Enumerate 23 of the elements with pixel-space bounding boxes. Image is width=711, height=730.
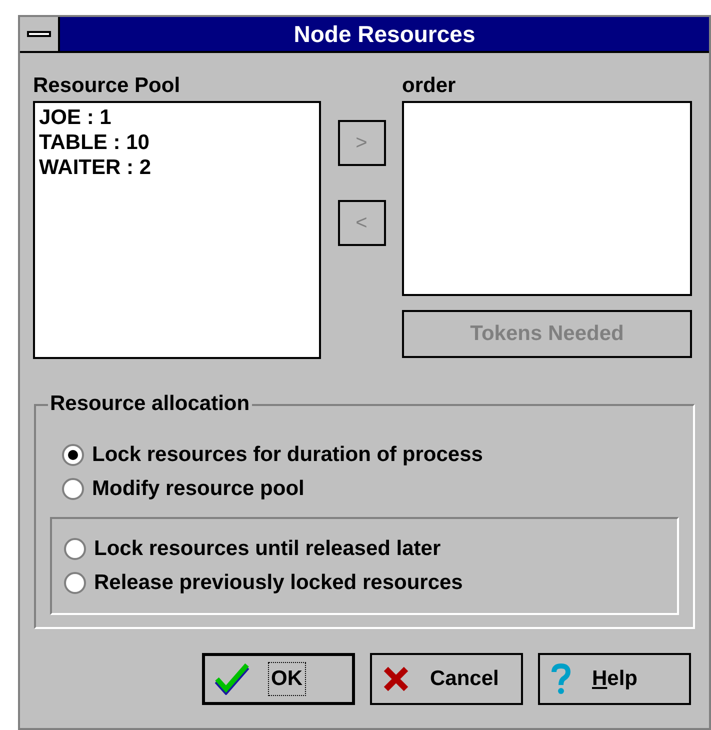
order-label: order — [402, 73, 457, 99]
radio-label: Modify resource pool — [92, 476, 304, 502]
list-item[interactable]: JOE : 1 — [39, 105, 315, 130]
resource-pool-list[interactable]: JOE : 1 TABLE : 10 WAITER : 2 — [33, 101, 321, 359]
radio-label: Lock resources until released later — [94, 536, 441, 562]
order-list[interactable] — [402, 101, 692, 296]
system-menu-button[interactable] — [20, 17, 60, 51]
x-icon — [382, 665, 410, 693]
ok-button[interactable]: OK — [202, 653, 355, 705]
resource-pool-label: Resource Pool — [33, 73, 182, 99]
radio-button[interactable] — [62, 478, 84, 500]
window-title: Node Resources — [292, 20, 476, 49]
list-item[interactable]: TABLE : 10 — [39, 130, 315, 155]
question-mark-icon — [550, 663, 572, 695]
cancel-button[interactable]: Cancel — [370, 653, 523, 705]
radio-label: Release previously locked resources — [94, 570, 463, 596]
radio-label: Lock resources for duration of process — [92, 442, 483, 468]
help-button[interactable]: Help — [538, 653, 691, 705]
list-item[interactable]: WAITER : 2 — [39, 155, 315, 180]
radio-button[interactable] — [64, 572, 86, 594]
radio-button[interactable] — [64, 538, 86, 560]
radio-button[interactable] — [62, 444, 84, 466]
checkmark-icon — [215, 663, 249, 695]
